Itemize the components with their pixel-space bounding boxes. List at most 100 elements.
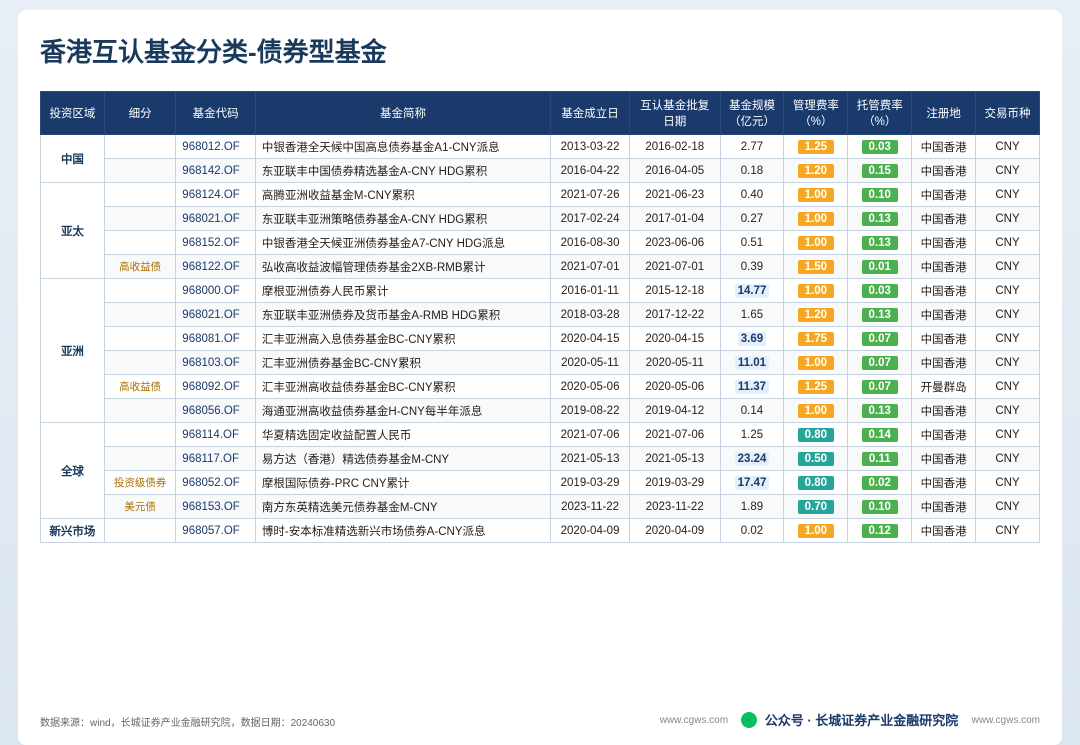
col-header-name: 基金简称 [255,92,550,135]
currency-cell: CNY [976,279,1040,303]
size-cell: 14.77 [720,279,784,303]
approve-date-cell: 2021-05-13 [629,447,720,471]
name-cell: 摩根国际债券-PRC CNY累计 [255,471,550,495]
custody-fee-cell: 0.13 [848,231,912,255]
name-cell: 海通亚洲高收益债券基金H-CNY每半年派息 [255,399,550,423]
col-header-currency: 交易币种 [976,92,1040,135]
subtype-cell [104,183,175,207]
size-cell: 1.65 [720,303,784,327]
found-date-cell: 2020-05-11 [551,351,630,375]
name-cell: 中银香港全天候亚洲债券基金A7-CNY HDG派息 [255,231,550,255]
footer-url1: www.cgws.com [660,715,728,726]
reg-cell: 中国香港 [912,303,976,327]
currency-cell: CNY [976,519,1040,543]
currency-cell: CNY [976,327,1040,351]
found-date-cell: 2019-03-29 [551,471,630,495]
mgmt-fee-cell: 1.20 [784,303,848,327]
footer-url2: www.cgws.com [972,715,1040,726]
found-date-cell: 2018-03-28 [551,303,630,327]
page-background: 香港互认基金分类-债券型基金 投资区域 细分 基金代码 基金简称 基金成立日 互… [0,0,1080,745]
mgmt-fee-cell: 0.80 [784,423,848,447]
reg-cell: 中国香港 [912,183,976,207]
col-header-subtype: 细分 [104,92,175,135]
col-header-approve: 互认基金批复日期 [629,92,720,135]
currency-cell: CNY [976,255,1040,279]
found-date-cell: 2016-04-22 [551,159,630,183]
reg-cell: 中国香港 [912,519,976,543]
name-cell: 华夏精选固定收益配置人民币 [255,423,550,447]
subtype-cell [104,303,175,327]
region-cell: 中国 [41,135,105,183]
custody-fee-cell: 0.10 [848,495,912,519]
name-cell: 东亚联丰亚洲债券及货币基金A-RMB HDG累积 [255,303,550,327]
mgmt-fee-cell: 1.00 [784,519,848,543]
reg-cell: 中国香港 [912,495,976,519]
currency-cell: CNY [976,495,1040,519]
currency-cell: CNY [976,375,1040,399]
reg-cell: 中国香港 [912,423,976,447]
table-wrapper: 投资区域 细分 基金代码 基金简称 基金成立日 互认基金批复日期 基金规模（亿元… [40,91,1040,543]
region-cell: 亚太 [41,183,105,279]
custody-fee-cell: 0.15 [848,159,912,183]
name-cell: 汇丰亚洲高入息债券基金BC-CNY累积 [255,327,550,351]
size-cell: 23.24 [720,447,784,471]
mgmt-fee-cell: 1.00 [784,279,848,303]
approve-date-cell: 2020-04-15 [629,327,720,351]
col-header-code: 基金代码 [176,92,256,135]
region-cell: 全球 [41,423,105,519]
subtype-cell [104,231,175,255]
name-cell: 摩根亚洲债券人民币累计 [255,279,550,303]
code-cell: 968052.OF [176,471,256,495]
wechat-icon [741,712,757,728]
table-row: 新兴市场968057.OF博时-安本标准精选新兴市场债券A-CNY派息2020-… [41,519,1040,543]
subtype-cell: 美元债 [104,495,175,519]
name-cell: 南方东英精选美元债券基金M-CNY [255,495,550,519]
name-cell: 中银香港全天候中国高息债券基金A1-CNY派息 [255,135,550,159]
approve-date-cell: 2021-07-01 [629,255,720,279]
code-cell: 968124.OF [176,183,256,207]
mgmt-fee-cell: 1.00 [784,399,848,423]
size-cell: 0.14 [720,399,784,423]
subtype-cell [104,207,175,231]
found-date-cell: 2020-04-09 [551,519,630,543]
currency-cell: CNY [976,351,1040,375]
table-row: 968117.OF易方达（香港）精选债券基金M-CNY2021-05-13202… [41,447,1040,471]
fund-table: 投资区域 细分 基金代码 基金简称 基金成立日 互认基金批复日期 基金规模（亿元… [40,91,1040,543]
found-date-cell: 2013-03-22 [551,135,630,159]
currency-cell: CNY [976,207,1040,231]
custody-fee-cell: 0.13 [848,303,912,327]
reg-cell: 中国香港 [912,159,976,183]
name-cell: 高腾亚洲收益基金M-CNY累积 [255,183,550,207]
table-row: 亚太968124.OF高腾亚洲收益基金M-CNY累积2021-07-262021… [41,183,1040,207]
subtype-cell [104,135,175,159]
size-cell: 11.01 [720,351,784,375]
code-cell: 968021.OF [176,207,256,231]
footer-brand-label: 公众号 · 长城证券产业金融研究院 [765,713,959,728]
subtype-cell: 高收益债 [104,255,175,279]
size-cell: 0.02 [720,519,784,543]
approve-date-cell: 2021-07-06 [629,423,720,447]
found-date-cell: 2021-07-06 [551,423,630,447]
currency-cell: CNY [976,303,1040,327]
reg-cell: 中国香港 [912,351,976,375]
region-cell: 亚洲 [41,279,105,423]
size-cell: 0.18 [720,159,784,183]
reg-cell: 中国香港 [912,255,976,279]
name-cell: 东亚联丰亚洲策略债券基金A-CNY HDG累积 [255,207,550,231]
col-header-found: 基金成立日 [551,92,630,135]
found-date-cell: 2016-08-30 [551,231,630,255]
code-cell: 968122.OF [176,255,256,279]
size-cell: 0.27 [720,207,784,231]
found-date-cell: 2020-05-06 [551,375,630,399]
reg-cell: 中国香港 [912,399,976,423]
approve-date-cell: 2020-05-11 [629,351,720,375]
size-cell: 17.47 [720,471,784,495]
custody-fee-cell: 0.02 [848,471,912,495]
name-cell: 博时-安本标准精选新兴市场债券A-CNY派息 [255,519,550,543]
col-header-reg: 注册地 [912,92,976,135]
reg-cell: 中国香港 [912,135,976,159]
size-cell: 11.37 [720,375,784,399]
approve-date-cell: 2016-02-18 [629,135,720,159]
table-row: 投资级债券968052.OF摩根国际债券-PRC CNY累计2019-03-29… [41,471,1040,495]
subtype-cell [104,279,175,303]
